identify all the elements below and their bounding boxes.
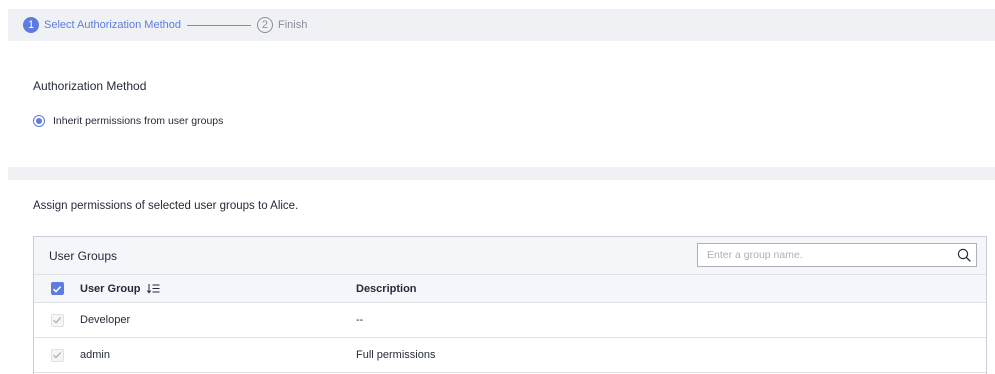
column-description: Description xyxy=(356,282,417,295)
table-column-header: User Group Description xyxy=(34,275,986,303)
group-search-box xyxy=(697,243,977,267)
check-icon xyxy=(52,285,62,293)
row-description: -- xyxy=(356,314,364,326)
inherit-permissions-radio-option[interactable]: Inherit permissions from user groups xyxy=(33,115,223,127)
step-connector xyxy=(186,24,251,26)
table-caption: User Groups xyxy=(49,248,118,263)
inherit-permissions-label: Inherit permissions from user groups xyxy=(53,115,224,127)
sort-icon[interactable] xyxy=(146,283,160,294)
step-2-label: Finish xyxy=(277,19,308,31)
search-icon[interactable] xyxy=(952,244,976,266)
assign-permissions-text: Assign permissions of selected user grou… xyxy=(33,200,299,212)
select-all-checkbox[interactable] xyxy=(50,282,64,295)
stepper: 1 Select Authorization Method 2 Finish xyxy=(8,9,995,41)
check-icon xyxy=(53,352,62,359)
row-description: Full permissions xyxy=(356,349,436,361)
check-icon xyxy=(53,317,62,324)
inherit-permissions-radio[interactable] xyxy=(33,115,45,127)
column-user-group[interactable]: User Group xyxy=(80,283,141,295)
group-search-input[interactable] xyxy=(707,245,952,265)
step-1-number: 1 xyxy=(23,17,39,33)
table-toolbar: User Groups xyxy=(34,237,986,275)
step-1-label: Select Authorization Method xyxy=(44,19,181,31)
authorization-method-title: Authorization Method xyxy=(33,79,147,93)
row-checkbox[interactable] xyxy=(50,348,64,362)
row-group-name: admin xyxy=(80,349,110,361)
row-checkbox[interactable] xyxy=(50,313,64,327)
radio-selected-dot xyxy=(36,118,42,124)
page: 1 Select Authorization Method 2 Finish A… xyxy=(0,0,995,374)
section-divider xyxy=(8,167,995,180)
table-row[interactable]: admin Full permissions xyxy=(34,338,986,373)
table-row[interactable]: Developer -- xyxy=(34,303,986,338)
row-group-name: Developer xyxy=(80,314,131,326)
step-2-number: 2 xyxy=(256,17,273,33)
user-groups-table: User Groups User G xyxy=(33,236,987,374)
